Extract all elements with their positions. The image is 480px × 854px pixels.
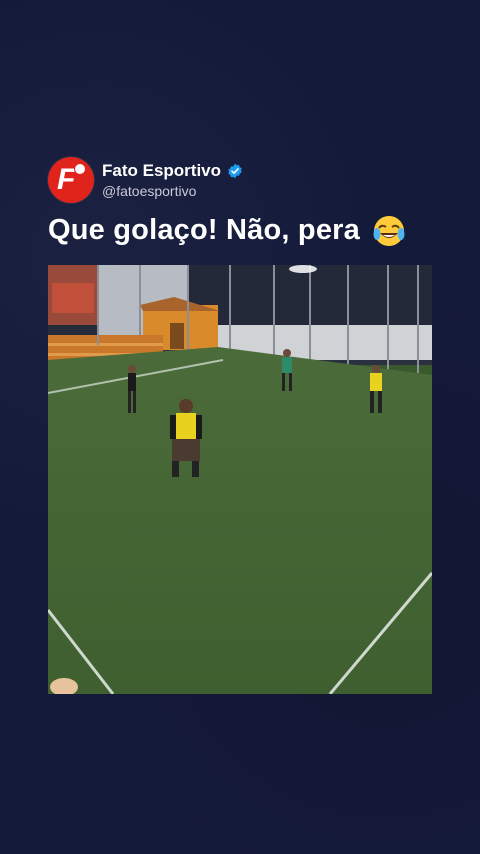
- verified-badge-icon: [228, 163, 242, 179]
- author-name-row: Fato Esportivo: [102, 161, 243, 181]
- avatar[interactable]: F: [48, 157, 94, 203]
- author-block: Fato Esportivo @fatoesportivo: [102, 161, 243, 199]
- post-header: F Fato Esportivo @fatoesportivo: [48, 157, 243, 203]
- post-caption: Que golaço! Não, pera: [48, 214, 406, 248]
- caption-text: Que golaço! Não, pera: [48, 214, 360, 246]
- video-frame-illustration: [48, 265, 432, 694]
- ball-icon: [74, 163, 86, 175]
- avatar-logo-letter: F: [57, 163, 76, 196]
- tears-of-joy-emoji-icon: [373, 216, 405, 247]
- post-video[interactable]: [48, 265, 432, 694]
- author-name[interactable]: Fato Esportivo: [102, 161, 221, 181]
- author-handle[interactable]: @fatoesportivo: [102, 183, 243, 199]
